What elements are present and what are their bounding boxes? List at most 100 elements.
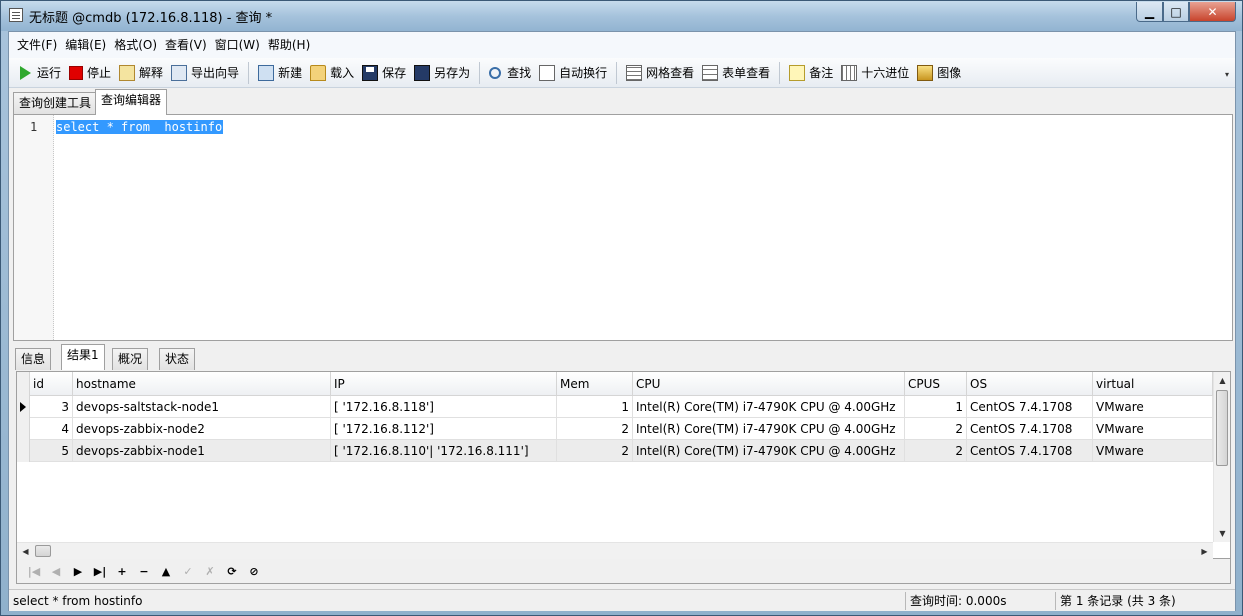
maximize-button[interactable]: □ (1163, 2, 1189, 22)
cell-hostname[interactable]: devops-zabbix-node1 (73, 440, 331, 462)
cell-hostname[interactable]: devops-zabbix-node2 (73, 418, 331, 440)
status-query-time: 查询时间: 0.000s (910, 594, 1007, 608)
cell-os[interactable]: CentOS 7.4.1708 (967, 396, 1093, 418)
hex-label: 十六进位 (861, 66, 910, 80)
column-header-hostname[interactable]: hostname (73, 372, 331, 396)
row-selector[interactable] (17, 418, 30, 440)
tab-query-builder[interactable]: 查询创建工具 (13, 92, 98, 114)
scroll-down-icon[interactable]: ▼ (1214, 525, 1231, 542)
tab-overview[interactable]: 概况 (112, 348, 149, 370)
load-button[interactable]: 载入 (306, 61, 358, 85)
vertical-scrollbar[interactable]: ▲ ▼ (1213, 372, 1230, 542)
toolbar-overflow-icon[interactable]: ▾ (1225, 70, 1229, 79)
tab-info[interactable]: 信息 (15, 348, 52, 370)
hex-button[interactable]: 十六进位 (837, 61, 913, 85)
tab-query-editor[interactable]: 查询编辑器 (95, 89, 168, 115)
result-grid[interactable]: id hostname IP Mem CPU CPUS OS virtual 3… (16, 371, 1231, 559)
menu-file[interactable]: 文件(F) (13, 35, 61, 55)
prev-record-icon[interactable]: ◀ (45, 562, 67, 580)
cell-os[interactable]: CentOS 7.4.1708 (967, 440, 1093, 462)
find-button[interactable]: 查找 (485, 61, 535, 85)
column-header-cpu[interactable]: CPU (633, 372, 905, 396)
scroll-up-icon[interactable]: ▲ (1214, 372, 1231, 389)
sql-editor[interactable]: 1 select * from hostinfo (13, 114, 1233, 341)
word-wrap-button[interactable]: 自动换行 (535, 61, 611, 85)
apply-icon[interactable]: ✓ (177, 562, 199, 580)
memo-button[interactable]: 备注 (785, 61, 837, 85)
vertical-scroll-thumb[interactable] (1216, 390, 1228, 466)
stop-button[interactable]: 停止 (65, 61, 115, 85)
cell-id[interactable]: 5 (30, 440, 73, 462)
cell-id[interactable]: 4 (30, 418, 73, 440)
run-button[interactable]: 运行 (13, 61, 65, 85)
cell-mem[interactable]: 2 (557, 440, 633, 462)
scroll-left-icon[interactable]: ◀ (17, 543, 34, 560)
cell-ip[interactable]: [ '172.16.8.110'| '172.16.8.111'] (331, 440, 557, 462)
menu-bar: 文件(F) 编辑(E) 格式(O) 查看(V) 窗口(W) 帮助(H) (9, 32, 1235, 58)
new-label: 新建 (278, 66, 303, 80)
line-number: 1 (30, 120, 38, 134)
delete-record-icon[interactable]: − (133, 562, 155, 580)
new-button[interactable]: 新建 (254, 61, 306, 85)
image-button[interactable]: 图像 (913, 61, 965, 85)
cell-virtual[interactable]: VMware (1093, 396, 1213, 418)
menu-window[interactable]: 窗口(W) (211, 35, 264, 55)
image-icon (917, 64, 934, 81)
table-row[interactable]: 4 devops-zabbix-node2 [ '172.16.8.112'] … (17, 418, 1213, 440)
cell-id[interactable]: 3 (30, 396, 73, 418)
cell-cpus[interactable]: 2 (905, 440, 967, 462)
cell-cpu[interactable]: Intel(R) Core(TM) i7-4790K CPU @ 4.00GHz (633, 418, 905, 440)
first-record-icon[interactable]: |◀ (23, 562, 45, 580)
add-record-icon[interactable]: + (111, 562, 133, 580)
cell-ip[interactable]: [ '172.16.8.118'] (331, 396, 557, 418)
cell-ip[interactable]: [ '172.16.8.112'] (331, 418, 557, 440)
form-view-button[interactable]: 表单查看 (698, 61, 774, 85)
cell-hostname[interactable]: devops-saltstack-node1 (73, 396, 331, 418)
column-header-virtual[interactable]: virtual (1093, 372, 1213, 396)
save-button[interactable]: 保存 (358, 61, 410, 85)
row-selector[interactable] (17, 396, 30, 418)
post-record-icon[interactable]: ▲ (155, 562, 177, 580)
table-row[interactable]: 3 devops-saltstack-node1 [ '172.16.8.118… (17, 396, 1213, 418)
cell-cpus[interactable]: 2 (905, 418, 967, 440)
row-selector[interactable] (17, 440, 30, 462)
menu-view[interactable]: 查看(V) (161, 35, 211, 55)
app-icon (9, 8, 23, 22)
last-record-icon[interactable]: ▶| (89, 562, 111, 580)
menu-help[interactable]: 帮助(H) (264, 35, 314, 55)
export-wizard-button[interactable]: 导出向导 (167, 61, 243, 85)
cell-virtual[interactable]: VMware (1093, 440, 1213, 462)
cell-virtual[interactable]: VMware (1093, 418, 1213, 440)
scroll-right-icon[interactable]: ▶ (1196, 543, 1213, 560)
cell-cpu[interactable]: Intel(R) Core(TM) i7-4790K CPU @ 4.00GHz (633, 440, 905, 462)
tab-status[interactable]: 状态 (159, 348, 196, 370)
grid-view-button[interactable]: 网格查看 (622, 61, 698, 85)
cancel-icon[interactable]: ✗ (199, 562, 221, 580)
menu-format[interactable]: 格式(O) (110, 35, 161, 55)
cell-os[interactable]: CentOS 7.4.1708 (967, 418, 1093, 440)
horizontal-scroll-thumb[interactable] (35, 545, 51, 557)
word-wrap-icon (539, 64, 556, 81)
minimize-button[interactable]: ▁ (1136, 2, 1163, 22)
menu-edit[interactable]: 编辑(E) (61, 35, 110, 55)
column-header-ip[interactable]: IP (331, 372, 557, 396)
cell-cpus[interactable]: 1 (905, 396, 967, 418)
cell-mem[interactable]: 2 (557, 418, 633, 440)
save-as-button[interactable]: 另存为 (410, 61, 474, 85)
table-row[interactable]: 5 devops-zabbix-node1 [ '172.16.8.110'| … (17, 440, 1213, 462)
cell-mem[interactable]: 1 (557, 396, 633, 418)
horizontal-scrollbar[interactable]: ◀ ▶ (17, 542, 1213, 559)
cell-cpu[interactable]: Intel(R) Core(TM) i7-4790K CPU @ 4.00GHz (633, 396, 905, 418)
tab-result1[interactable]: 结果1 (61, 344, 105, 370)
column-header-os[interactable]: OS (967, 372, 1093, 396)
column-header-cpus[interactable]: CPUS (905, 372, 967, 396)
stop-query-icon[interactable]: ⊘ (243, 562, 265, 580)
refresh-icon[interactable]: ⟳ (221, 562, 243, 580)
next-record-icon[interactable]: ▶ (67, 562, 89, 580)
column-header-mem[interactable]: Mem (557, 372, 633, 396)
column-header-id[interactable]: id (30, 372, 73, 396)
sql-text[interactable]: select * from hostinfo (56, 120, 224, 134)
title-bar[interactable]: 无标题 @cmdb (172.16.8.118) - 查询 * ▁ □ ✕ (1, 1, 1242, 31)
close-button[interactable]: ✕ (1189, 2, 1236, 22)
explain-button[interactable]: 解释 (115, 61, 167, 85)
